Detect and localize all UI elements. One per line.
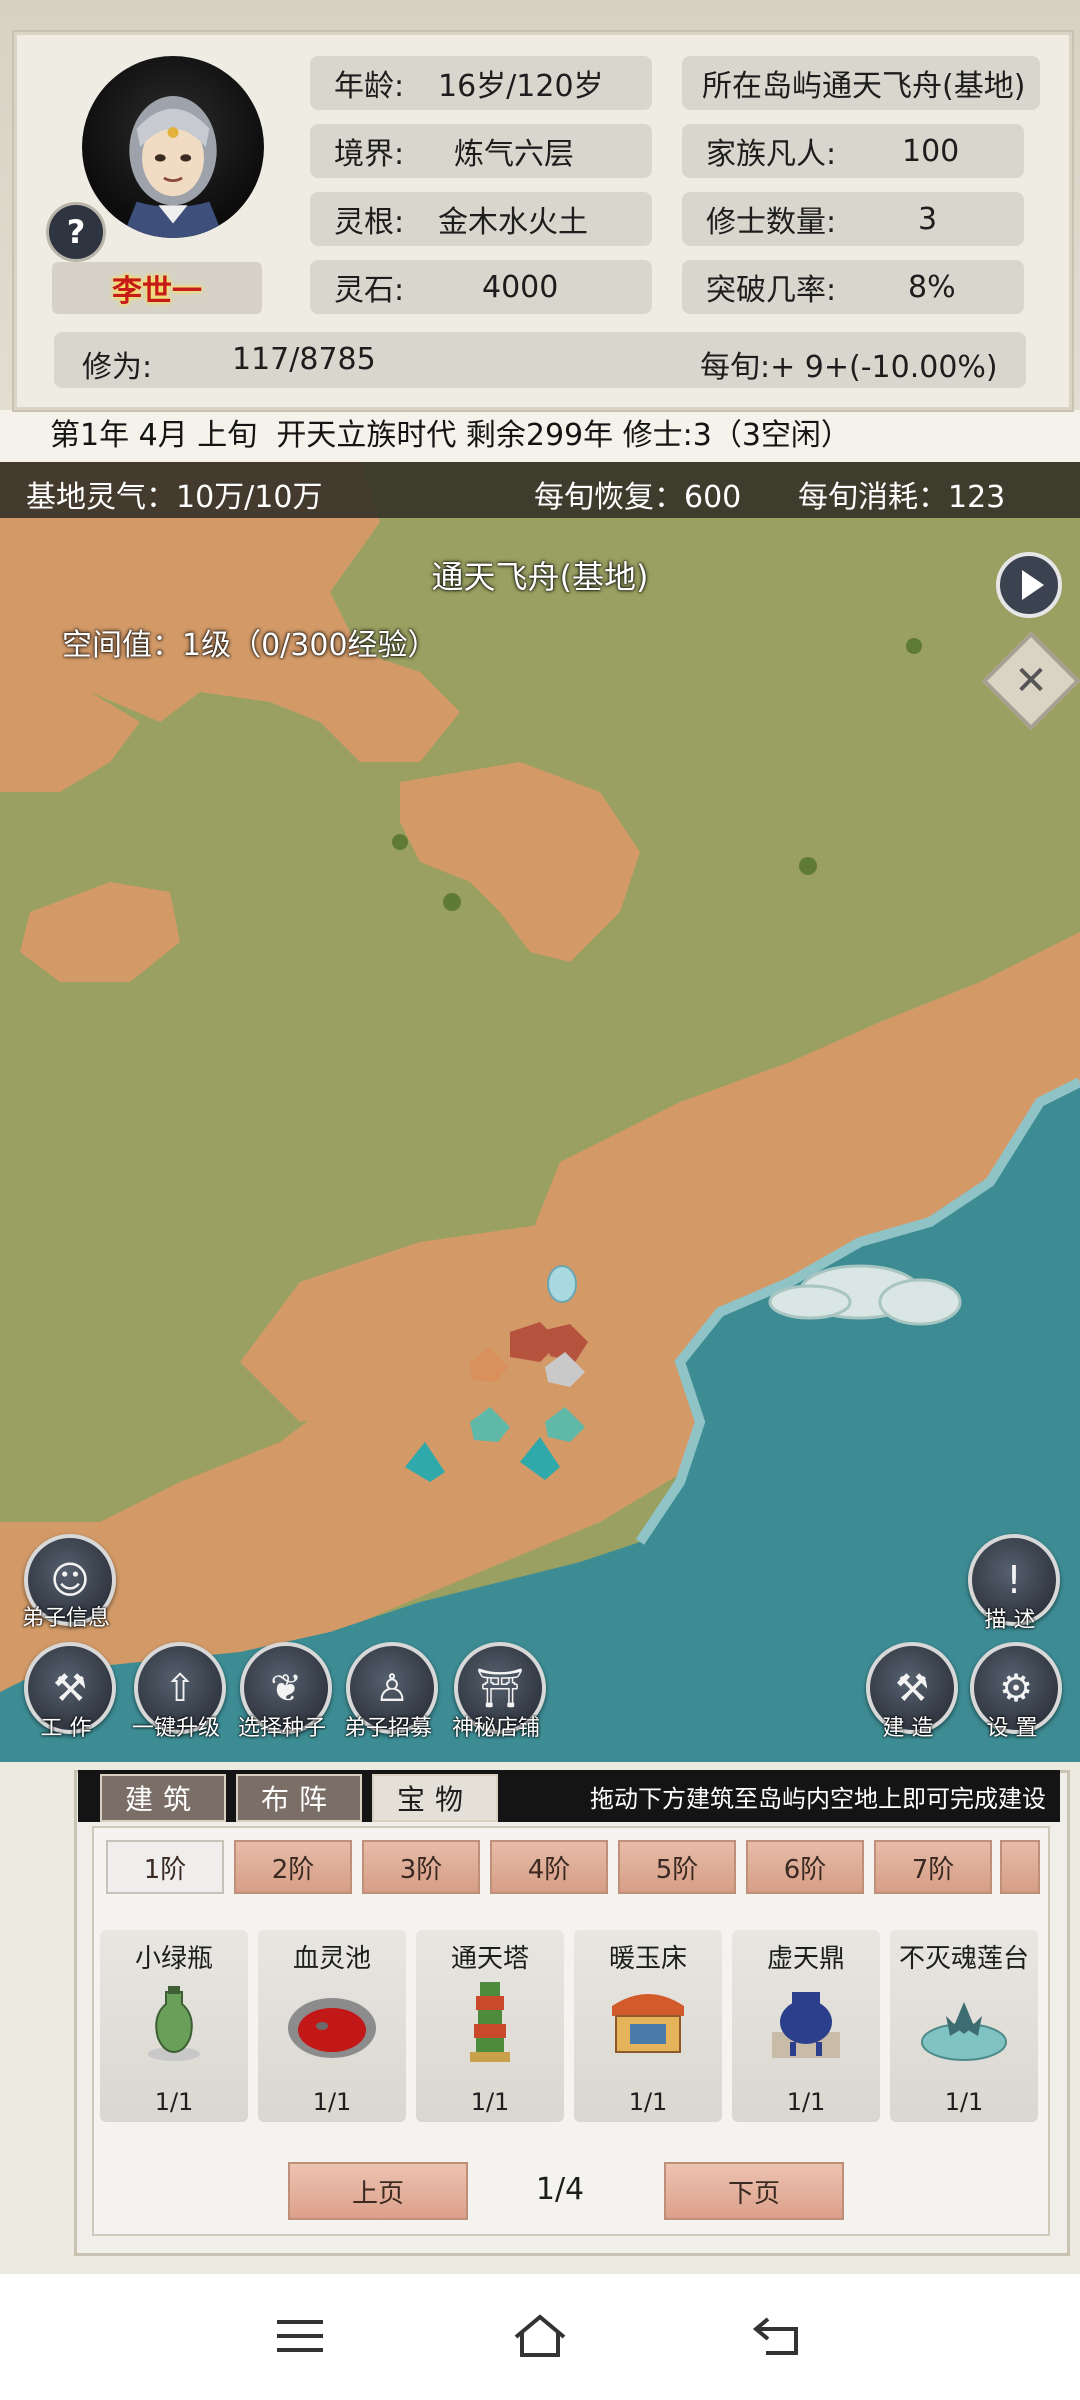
spirit-root-stat: 灵根: 金木水火土 (310, 192, 652, 246)
blood-pool-icon (288, 1998, 376, 2058)
tier-1-button[interactable]: 1阶 (106, 1840, 224, 1894)
spirit-stones-label: 灵石: (334, 273, 405, 308)
menu-icon (277, 2320, 323, 2352)
age-value: 16岁/120岁 (438, 69, 604, 104)
game-screen: { "character": { "name": "李世一", "age_lab… (0, 0, 1080, 2400)
shop-label: 神秘店铺 (451, 1716, 540, 1741)
per-period-gain: 每旬:+ 9+(-10.00%) (700, 350, 998, 385)
item-card-green-bottle[interactable]: 小绿瓶 1/1 (100, 1930, 248, 2122)
item-count: 1/1 (786, 2088, 826, 2116)
page-indicator: 1/4 (535, 2172, 585, 2207)
describe-label: 描 述 (984, 1608, 1036, 1633)
mortals-label: 家族凡人: (706, 137, 837, 172)
jade-bed-icon (612, 1994, 684, 2053)
mortals-value: 100 (902, 133, 960, 169)
island-text: 所在岛屿通天飞舟(基地) (702, 69, 1026, 104)
recovery-rate: 每旬恢复：600 (534, 480, 742, 515)
item-name: 血灵池 (292, 1944, 371, 1974)
cultivation-label: 修为: (82, 350, 153, 385)
tier-more-button[interactable] (1000, 1840, 1040, 1894)
age-stat: 年龄: 16岁/120岁 (310, 56, 652, 110)
item-card-lotus-platform[interactable]: 不灭魂莲台 1/1 (890, 1930, 1038, 2122)
system-navigation-bar (0, 2274, 1080, 2400)
prev-page-button[interactable]: 上页 (288, 2162, 468, 2220)
spirit-stones-stat: 灵石: 4000 (310, 260, 652, 314)
cultivators-value: 3 (918, 201, 938, 237)
breakthrough-label: 突破几率: (706, 273, 837, 308)
breakthrough-value: 8% (908, 269, 956, 305)
menu-button[interactable] (260, 2304, 340, 2368)
tier-4-button[interactable]: 4阶 (490, 1840, 608, 1894)
cultivation-row: 修为: 117/8785 每旬:+ 9+(-10.00%) (54, 332, 1026, 388)
settings-label: 设 置 (986, 1716, 1038, 1741)
item-card-tower[interactable]: 通天塔 1/1 (416, 1930, 564, 2122)
realm-stat: 境界: 炼气六层 (310, 124, 652, 178)
tier-2-button[interactable]: 2阶 (234, 1840, 352, 1894)
green-bottle-icon (148, 1986, 200, 2061)
home-button[interactable] (500, 2304, 580, 2368)
help-button[interactable]: ? (46, 202, 106, 262)
item-count: 1/1 (154, 2088, 194, 2116)
cultivation-value: 117/8785 (232, 342, 376, 377)
age-label: 年龄: (334, 69, 405, 104)
item-count: 1/1 (470, 2088, 510, 2116)
help-icon: ? (66, 213, 86, 251)
pagoda-icon (470, 1982, 510, 2062)
back-icon (752, 2317, 798, 2355)
map-title: 通天飞舟(基地) (431, 558, 649, 596)
play-button[interactable] (996, 552, 1062, 618)
realm-value: 炼气六层 (454, 137, 574, 172)
mortals-stat: 家族凡人: 100 (682, 124, 1024, 178)
item-card-cauldron[interactable]: 虚天鼎 1/1 (732, 1930, 880, 2122)
cultivators-stat: 修士数量: 3 (682, 192, 1024, 246)
breakthrough-stat: 突破几率: 8% (682, 260, 1024, 314)
base-aura-bar: 基地灵气：10万/10万 每旬恢复：600 每旬消耗：123 (0, 462, 1080, 518)
cauldron-icon (772, 1992, 840, 2058)
item-name: 虚天鼎 (766, 1944, 845, 1974)
tab-treasures[interactable]: 宝物 (372, 1774, 498, 1822)
item-name: 通天塔 (450, 1944, 529, 1974)
spirit-root-value: 金木水火土 (438, 205, 588, 240)
consumption-rate: 每旬消耗：123 (798, 480, 1006, 515)
base-aura: 基地灵气：10万/10万 (26, 480, 323, 515)
spirit-root-label: 灵根: (334, 205, 405, 240)
tier-7-button[interactable]: 7阶 (874, 1840, 992, 1894)
close-icon: ✕ (1014, 658, 1048, 704)
item-card-blood-pool[interactable]: 血灵池 1/1 (258, 1930, 406, 2122)
tab-buildings[interactable]: 建筑 (100, 1774, 226, 1822)
item-card-jade-bed[interactable]: 暖玉床 1/1 (574, 1930, 722, 2122)
tier-6-button[interactable]: 6阶 (746, 1840, 864, 1894)
item-name: 不灭魂莲台 (898, 1944, 1029, 1974)
realm-label: 境界: (334, 137, 405, 172)
build-hint: 拖动下方建筑至岛屿内空地上即可完成建设 (590, 1785, 1046, 1813)
tier-5-button[interactable]: 5阶 (618, 1840, 736, 1894)
lotus-icon (921, 2002, 1007, 2061)
item-count: 1/1 (944, 2088, 984, 2116)
item-name: 小绿瓶 (134, 1944, 213, 1974)
disciple-info-label: 弟子信息 (21, 1606, 110, 1631)
island-stat: 所在岛屿通天飞舟(基地) (682, 56, 1040, 110)
item-count: 1/1 (628, 2088, 668, 2116)
tab-formations[interactable]: 布阵 (236, 1774, 362, 1822)
tier-3-button[interactable]: 3阶 (362, 1840, 480, 1894)
status-line: 第1年 4月 上旬 开天立族时代 剩余299年 修士:3（3空闲） (50, 418, 851, 453)
spirit-stones-value: 4000 (482, 269, 559, 305)
home-icon (514, 2314, 566, 2357)
cultivators-label: 修士数量: (706, 205, 837, 240)
item-count: 1/1 (312, 2088, 352, 2116)
space-value: 空间值：1级（0/300经验） (62, 628, 438, 663)
character-avatar[interactable] (82, 56, 264, 238)
next-page-button[interactable]: 下页 (664, 2162, 844, 2220)
item-name: 暖玉床 (608, 1944, 687, 1974)
back-button[interactable] (740, 2304, 820, 2368)
character-name: 李世一 (52, 262, 262, 314)
